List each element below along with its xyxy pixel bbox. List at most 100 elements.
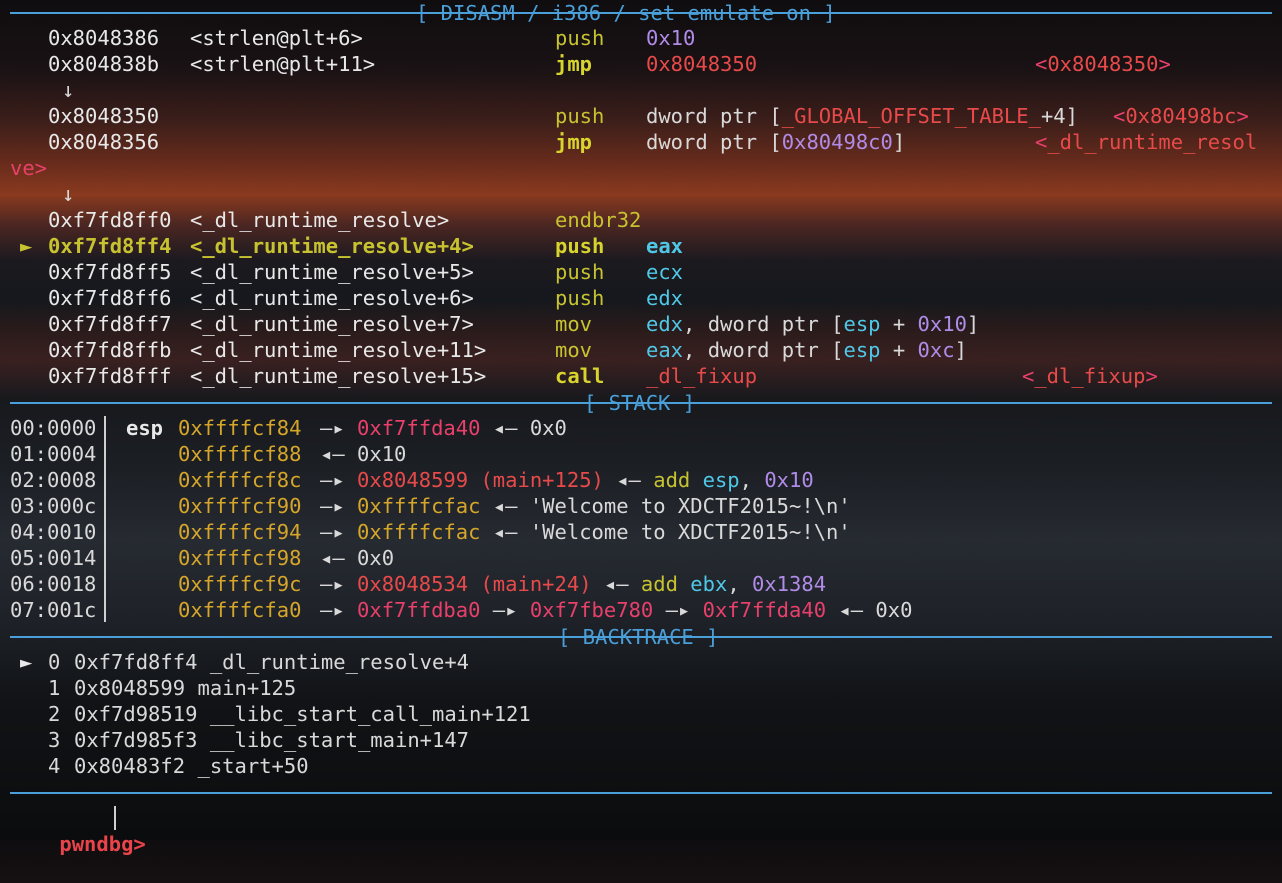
stack-address: 0xffffcf98 <box>178 546 302 570</box>
frame-symbol: __libc_start_main+147 <box>209 728 470 752</box>
chain-segment: ◂— <box>320 546 358 570</box>
chain-segment: 0x1384 <box>752 572 827 596</box>
instruction-address: 0x804838b <box>48 52 160 76</box>
stack-offset: 07:001c <box>10 598 97 622</box>
frame-symbol: main+125 <box>197 676 297 700</box>
chain-segment: 0xf7ffda40 <box>357 416 481 440</box>
instruction-operands: edx, dword ptr [esp + 0x10] <box>646 312 980 336</box>
instruction-opcode: jmp <box>555 52 593 76</box>
instruction-symbol: <_dl_runtime_resolve+5> <box>190 260 474 284</box>
terminal-window[interactable]: [ DISASM / i386 / set emulate on ] 0x804… <box>0 0 1282 856</box>
stack-address: 0xffffcfa0 <box>178 598 302 622</box>
stack-pointer-chain: —▸ 0xffffcfac ◂— 'Welcome to XDCTF2015~!… <box>320 519 851 545</box>
stack-address: 0xffffcf8c <box>178 468 302 492</box>
instruction-opcode: mov <box>555 338 593 362</box>
stack-offset: 01:0004 <box>10 442 97 466</box>
frame-symbol: _dl_runtime_resolve+4 <box>209 650 470 674</box>
instruction-operands: 0x10 <box>646 26 696 50</box>
instruction-operands: dword ptr [_GLOBAL_OFFSET_TABLE_+4] <box>646 104 1078 128</box>
stack-pointer-chain: —▸ 0x8048534 (main+24) ◂— add ebx, 0x138… <box>320 571 826 597</box>
instruction-operands: eax <box>646 234 684 258</box>
instruction-address: 0xf7fd8ff4 <box>48 234 172 258</box>
stack-address: 0xffffcf84 <box>178 416 302 440</box>
chain-segment: ◂— <box>591 572 641 596</box>
frame-index: 1 <box>48 676 61 700</box>
instruction-address: 0xf7fd8fff <box>48 364 172 388</box>
stack-offset: 06:0018 <box>10 572 97 596</box>
chain-segment: ebx <box>690 572 728 596</box>
command-line[interactable]: pwndbg> <box>10 805 145 856</box>
instruction-address: 0x8048386 <box>48 26 160 50</box>
bottom-separator <box>10 792 1272 794</box>
stack-register-label: esp <box>126 416 164 440</box>
disasm-section-title: [ DISASM / i386 / set emulate on ] <box>416 1 836 25</box>
frame-address: 0xf7fd8ff4 <box>74 650 198 674</box>
pwndbg-prompt: pwndbg> <box>59 832 146 856</box>
chain-segment: ◂— <box>320 442 358 466</box>
instruction-comment: <0x8048350> <box>1035 52 1171 76</box>
instruction-symbol: <_dl_runtime_resolve+7> <box>190 312 474 336</box>
chain-segment: ◂— <box>603 468 654 492</box>
instruction-opcode: push <box>555 234 605 258</box>
chain-segment: 0xffffcfac <box>357 494 481 518</box>
chain-segment: ◂— <box>480 520 530 544</box>
chain-segment: —▸ <box>320 572 358 596</box>
instruction-opcode: mov <box>555 312 593 336</box>
chain-segment: 0x0 <box>529 416 567 440</box>
flow-arrow-icon: ↓ <box>62 78 75 102</box>
chain-segment: 0xf7ffda40 <box>702 598 827 622</box>
stack-pointer-chain: —▸ 0xf7ffdba0 —▸ 0xf7fbe780 —▸ 0xf7ffda4… <box>320 597 912 623</box>
instruction-opcode: endbr32 <box>555 208 642 232</box>
flow-arrow-icon: ↓ <box>62 182 75 206</box>
stack-pointer-chain: —▸ 0x8048599 (main+125) ◂— add esp, 0x10 <box>320 467 814 493</box>
instruction-symbol: <strlen@plt+6> <box>190 26 363 50</box>
frame-index: 4 <box>48 754 61 778</box>
instruction-operands: dword ptr [0x80498c0] <box>646 130 906 154</box>
chain-segment: 0xffffcfac <box>357 520 481 544</box>
stack-offset: 00:0000 <box>10 416 97 440</box>
instruction-symbol: <strlen@plt+11> <box>190 52 376 76</box>
frame-address: 0xf7d98519 <box>74 702 198 726</box>
chain-segment: ◂— <box>480 416 530 440</box>
stack-section-title: [ STACK ] <box>584 391 696 415</box>
instruction-address: 0xf7fd8ff7 <box>48 312 172 336</box>
instruction-symbol: <_dl_runtime_resolve> <box>190 208 450 232</box>
backtrace-separator: [ BACKTRACE ] <box>10 625 1272 649</box>
instruction-opcode: call <box>555 364 605 388</box>
chain-segment: 0x8048534 (main+24) <box>357 572 592 596</box>
stack-address: 0xffffcf88 <box>178 442 302 466</box>
chain-segment: 0x10 <box>764 468 814 492</box>
stack-pointer-chain: —▸ 0xf7ffda40 ◂— 0x0 <box>320 415 567 441</box>
instruction-comment: <0x80498bc> <box>1113 104 1249 128</box>
chain-segment: 0x10 <box>357 442 407 466</box>
chain-segment: —▸ <box>653 598 703 622</box>
chain-segment: —▸ <box>320 494 358 518</box>
frame-symbol: _start+50 <box>197 754 309 778</box>
instruction-opcode: push <box>555 104 605 128</box>
stack-separator: [ STACK ] <box>10 391 1272 415</box>
instruction-address: 0xf7fd8ffb <box>48 338 172 362</box>
instruction-comment: <_dl_runtime_resol <box>1035 130 1258 154</box>
instruction-operands: _dl_fixup <box>646 364 758 388</box>
chain-segment: , <box>727 572 752 596</box>
frame-symbol: __libc_start_call_main+121 <box>209 702 531 726</box>
chain-segment: —▸ <box>320 416 358 440</box>
text-cursor <box>114 806 116 830</box>
chain-segment: ◂— <box>826 598 876 622</box>
stack-offset: 04:0010 <box>10 520 97 544</box>
instruction-address: 0x8048356 <box>48 130 160 154</box>
chain-segment: —▸ <box>320 468 358 492</box>
chain-segment: 'Welcome to XDCTF2015~!\n' <box>529 520 851 544</box>
chain-segment: 'Welcome to XDCTF2015~!\n' <box>529 494 851 518</box>
disasm-separator: [ DISASM / i386 / set emulate on ] <box>10 1 1272 25</box>
instruction-address: 0x8048350 <box>48 104 160 128</box>
chain-segment: —▸ <box>480 598 530 622</box>
instruction-symbol: <_dl_runtime_resolve+11> <box>190 338 487 362</box>
instruction-address: 0xf7fd8ff0 <box>48 208 172 232</box>
stack-offset: 03:000c <box>10 494 97 518</box>
stack-pointer-chain: ◂— 0x0 <box>320 545 394 571</box>
instruction-symbol: <_dl_runtime_resolve+4> <box>190 234 474 258</box>
instruction-address: 0xf7fd8ff5 <box>48 260 172 284</box>
backtrace-section-title: [ BACKTRACE ] <box>558 625 719 649</box>
chain-segment: esp <box>702 468 740 492</box>
